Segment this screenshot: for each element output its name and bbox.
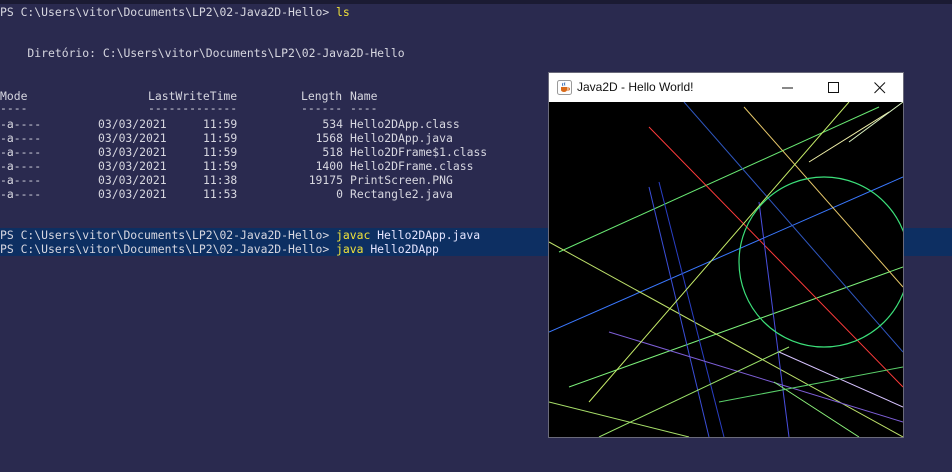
row-mode: -a----: [0, 131, 42, 145]
prompt-line-javac: PS C:\Users\vitor\Documents\LP2\02-Java2…: [0, 228, 480, 243]
row-date: 03/03/2021: [98, 117, 167, 131]
row-time: 11:38: [203, 173, 238, 187]
row-date: 03/03/2021: [98, 145, 167, 159]
row-time: 11:59: [203, 131, 238, 145]
prompt: PS C:\Users\vitor\Documents\LP2\02-Java2…: [0, 242, 337, 256]
prompt-line-ls: PS C:\Users\vitor\Documents\LP2\02-Java2…: [0, 5, 350, 20]
row-time: 11:53: [203, 187, 238, 201]
row-length: 534: [322, 117, 343, 131]
row-date: 03/03/2021: [98, 173, 167, 187]
minimize-button[interactable]: [765, 73, 811, 102]
command-ls: ls: [336, 5, 350, 19]
underline-length: ------: [301, 101, 343, 115]
command-arg: Hello2DApp.java: [370, 228, 481, 242]
row-date: 03/03/2021: [98, 159, 167, 173]
row-time: 11:59: [203, 159, 238, 173]
prompt-line-java: PS C:\Users\vitor\Documents\LP2\02-Java2…: [0, 242, 439, 257]
directory-line: Diretório: C:\Users\vitor\Documents\LP2\…: [0, 46, 405, 60]
underline-mode: ----: [0, 101, 28, 115]
row-length: 518: [322, 145, 343, 159]
row-name: Hello2DApp.java: [350, 131, 453, 145]
row-mode: -a----: [0, 117, 42, 131]
row-length: 1400: [315, 159, 343, 173]
maximize-icon: [828, 82, 839, 93]
underline-lastwritetime: -------------: [148, 101, 238, 115]
row-length: 0: [336, 187, 343, 201]
row-name: Hello2DApp.class: [350, 117, 460, 131]
row-mode: -a----: [0, 187, 42, 201]
close-button[interactable]: [857, 73, 903, 102]
command-javac: javac: [336, 228, 371, 242]
java2d-window[interactable]: Java2D - Hello World!: [548, 72, 904, 438]
prompt: PS C:\Users\vitor\Documents\LP2\02-Java2…: [0, 228, 337, 242]
window-title: Java2D - Hello World!: [577, 80, 694, 94]
row-mode: -a----: [0, 145, 42, 159]
row-name: Hello2DFrame$1.class: [350, 145, 488, 159]
row-length: 1568: [315, 131, 343, 145]
row-date: 03/03/2021: [98, 131, 167, 145]
drawing-canvas: [549, 102, 903, 437]
command-arg: Hello2DApp: [363, 242, 439, 256]
command-java: java: [336, 242, 364, 256]
row-time: 11:59: [203, 145, 238, 159]
maximize-button[interactable]: [811, 73, 857, 102]
row-date: 03/03/2021: [98, 187, 167, 201]
underline-name: ----: [350, 101, 378, 115]
row-mode: -a----: [0, 159, 42, 173]
close-icon: [874, 82, 886, 94]
window-titlebar[interactable]: Java2D - Hello World!: [549, 73, 903, 102]
row-length: 19175: [308, 173, 343, 187]
java-cup-icon: [557, 80, 572, 95]
prompt: PS C:\Users\vitor\Documents\LP2\02-Java2…: [0, 5, 337, 19]
minimize-icon: [782, 87, 793, 89]
row-time: 11:59: [203, 117, 238, 131]
row-name: PrintScreen.PNG: [350, 173, 453, 187]
row-mode: -a----: [0, 173, 42, 187]
row-name: Rectangle2.java: [350, 187, 453, 201]
row-name: Hello2DFrame.class: [350, 159, 474, 173]
